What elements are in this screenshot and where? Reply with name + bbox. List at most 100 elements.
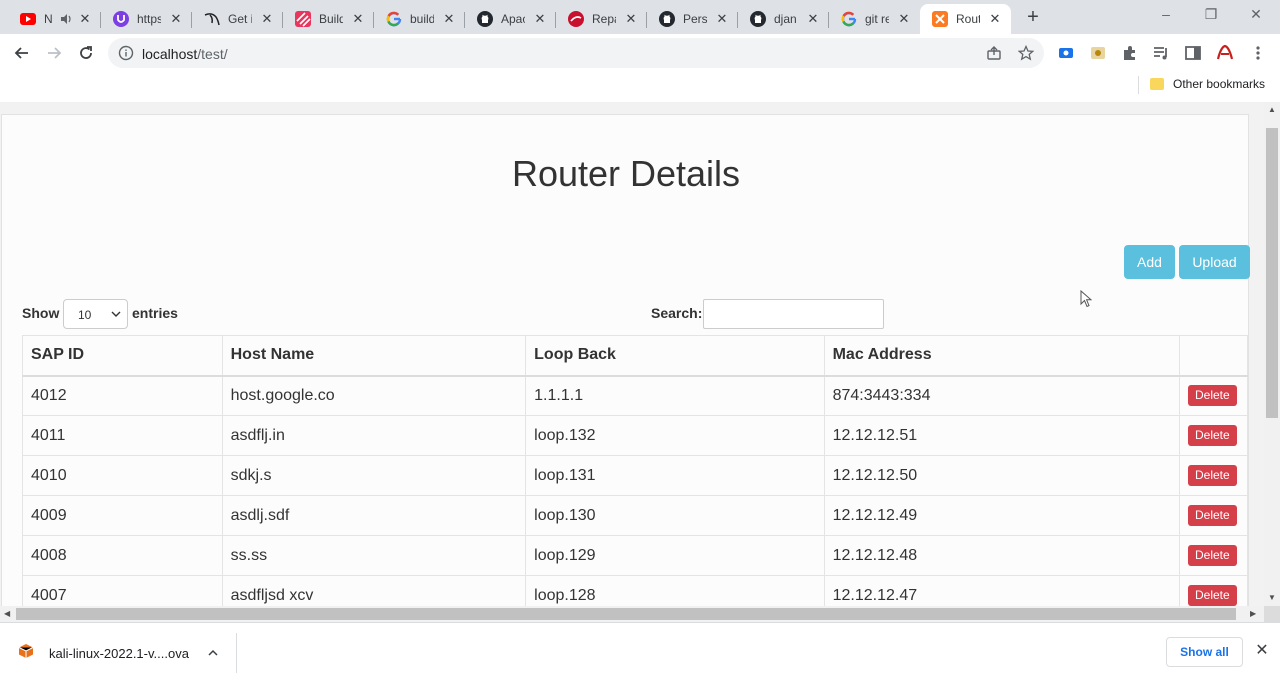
delete-button[interactable]: Delete bbox=[1187, 385, 1237, 407]
delete-button[interactable]: Delete bbox=[1187, 585, 1237, 606]
browser-tab[interactable]: https ✕ bbox=[101, 4, 192, 34]
browser-tab[interactable]: N ✕ bbox=[8, 4, 101, 34]
github-icon bbox=[750, 11, 766, 27]
column-header[interactable]: Loop Back bbox=[525, 335, 825, 377]
scroll-up-arrow-icon[interactable]: ▲ bbox=[1268, 105, 1276, 114]
folder-icon bbox=[1150, 78, 1164, 90]
browser-tab[interactable]: Apac ✕ bbox=[465, 4, 556, 34]
tab-close-icon[interactable]: ✕ bbox=[168, 11, 184, 27]
tab-close-icon[interactable]: ✕ bbox=[259, 11, 275, 27]
share-icon[interactable] bbox=[986, 45, 1002, 61]
delete-button[interactable]: Delete bbox=[1187, 465, 1237, 486]
tab-title: build bbox=[410, 12, 434, 26]
show-all-button[interactable]: Show all bbox=[1166, 637, 1243, 667]
sap-id-cell: 4011 bbox=[22, 415, 223, 456]
delete-button[interactable]: Delete bbox=[1187, 505, 1237, 526]
tab-close-icon[interactable]: ✕ bbox=[714, 11, 730, 27]
browser-tab-active[interactable]: Route ✕ bbox=[920, 4, 1011, 34]
tab-close-icon[interactable]: ✕ bbox=[805, 11, 821, 27]
camera-extension-icon[interactable] bbox=[1088, 43, 1108, 63]
host-name-cell: asdlj.sdf bbox=[221, 495, 527, 536]
close-icon[interactable]: ✕ bbox=[1254, 643, 1270, 659]
arrow-left-icon bbox=[14, 47, 28, 59]
site-info-icon[interactable] bbox=[118, 45, 134, 61]
horizontal-scroll-thumb[interactable] bbox=[16, 608, 1236, 620]
profile-avatar-icon[interactable] bbox=[1215, 43, 1235, 63]
horizontal-scrollbar[interactable]: ◀ ▶ bbox=[0, 606, 1264, 622]
forward-button[interactable] bbox=[42, 41, 66, 65]
minimize-button[interactable]: ‒ bbox=[1156, 6, 1176, 22]
host-name-cell: host.google.co bbox=[221, 375, 527, 416]
browser-tab[interactable]: djan ✕ bbox=[738, 4, 829, 34]
delete-button[interactable]: Delete bbox=[1187, 545, 1237, 566]
tab-close-icon[interactable]: ✕ bbox=[350, 11, 366, 27]
scroll-down-arrow-icon[interactable]: ▼ bbox=[1268, 593, 1276, 602]
add-button[interactable]: Add bbox=[1124, 245, 1175, 279]
tab-title: Get i bbox=[228, 12, 252, 26]
url-host: localhost bbox=[142, 46, 198, 62]
tab-close-icon[interactable]: ✕ bbox=[441, 11, 457, 27]
mac-address-cell: 12.12.12.47 bbox=[823, 575, 1180, 606]
host-name-cell: asdflj.in bbox=[221, 415, 527, 456]
search-input[interactable] bbox=[703, 299, 884, 329]
screen-capture-extension-icon[interactable] bbox=[1056, 43, 1076, 63]
other-bookmarks[interactable]: Other bookmarks bbox=[1173, 77, 1265, 91]
column-header[interactable]: SAP ID bbox=[22, 335, 223, 377]
bookmarks-separator bbox=[1138, 76, 1139, 94]
download-bar: kali-linux-2022.1-v....ova Show all ✕ bbox=[0, 622, 1280, 680]
upload-button[interactable]: Upload bbox=[1179, 245, 1250, 279]
tab-title: git re bbox=[865, 12, 889, 26]
download-filename[interactable]: kali-linux-2022.1-v....ova bbox=[49, 646, 189, 661]
browser-tab[interactable]: build ✕ bbox=[374, 4, 465, 34]
scroll-left-arrow-icon[interactable]: ◀ bbox=[4, 609, 10, 618]
column-header bbox=[1178, 335, 1249, 377]
column-header[interactable]: Mac Address bbox=[823, 335, 1180, 377]
close-window-button[interactable]: ✕ bbox=[1246, 6, 1266, 23]
address-bar[interactable]: localhost/test/ bbox=[108, 38, 1044, 68]
tab-title: Build bbox=[319, 12, 343, 26]
side-panel-icon[interactable] bbox=[1183, 43, 1203, 63]
reload-icon bbox=[80, 46, 92, 59]
column-header[interactable]: Host Name bbox=[221, 335, 527, 377]
arrow-right-icon bbox=[48, 47, 62, 59]
bookmark-star-icon[interactable] bbox=[1017, 44, 1035, 61]
more-menu-icon[interactable] bbox=[1248, 43, 1268, 63]
browser-tab[interactable]: Perso ✕ bbox=[647, 4, 738, 34]
host-name-cell: sdkj.s bbox=[221, 455, 527, 496]
delete-button[interactable]: Delete bbox=[1187, 425, 1237, 446]
tab-close-icon[interactable]: ✕ bbox=[896, 11, 912, 27]
router-table: SAP ID Host Name Loop Back Mac Address 4… bbox=[22, 335, 1249, 606]
action-cell: Delete bbox=[1178, 575, 1249, 606]
tab-close-icon[interactable]: ✕ bbox=[77, 11, 93, 27]
google-icon bbox=[386, 11, 402, 27]
github-icon bbox=[477, 11, 493, 27]
tab-close-icon[interactable]: ✕ bbox=[987, 11, 1003, 27]
new-tab-button[interactable]: + bbox=[1022, 7, 1044, 29]
show-label: Show bbox=[22, 305, 60, 321]
kali-dragon-icon bbox=[204, 11, 220, 27]
browser-tab[interactable]: Get i ✕ bbox=[192, 4, 283, 34]
loop-back-cell: loop.131 bbox=[525, 455, 825, 496]
chevron-up-icon[interactable] bbox=[207, 647, 219, 659]
scroll-right-arrow-icon[interactable]: ▶ bbox=[1250, 609, 1256, 618]
browser-tab[interactable]: git re ✕ bbox=[829, 4, 920, 34]
extensions-puzzle-icon[interactable] bbox=[1120, 43, 1140, 63]
tab-strip: N ✕ https ✕ Get i ✕ Build ✕ build ✕ Apa … bbox=[0, 0, 1280, 34]
vertical-scroll-thumb[interactable] bbox=[1266, 128, 1278, 418]
url-text[interactable]: localhost/test/ bbox=[142, 46, 228, 62]
media-queue-icon[interactable] bbox=[1151, 43, 1171, 63]
reload-button[interactable] bbox=[74, 41, 98, 65]
tab-close-icon[interactable]: ✕ bbox=[532, 11, 548, 27]
tab-close-icon[interactable]: ✕ bbox=[623, 11, 639, 27]
browser-tab[interactable]: Build ✕ bbox=[283, 4, 374, 34]
entries-select[interactable]: 10 bbox=[63, 299, 128, 329]
table-row: 4009 asdlj.sdf loop.130 12.12.12.49 Dele… bbox=[22, 495, 1249, 536]
sap-id-cell: 4012 bbox=[22, 375, 223, 416]
table-row: 4008 ss.ss loop.129 12.12.12.48 Delete bbox=[22, 535, 1249, 576]
vertical-scrollbar[interactable]: ▲ ▼ bbox=[1264, 102, 1280, 606]
restore-button[interactable]: ❐ bbox=[1201, 6, 1221, 23]
sap-id-cell: 4009 bbox=[22, 495, 223, 536]
back-button[interactable] bbox=[10, 41, 34, 65]
striped-logo-icon bbox=[295, 11, 311, 27]
browser-tab[interactable]: Repa ✕ bbox=[556, 4, 647, 34]
